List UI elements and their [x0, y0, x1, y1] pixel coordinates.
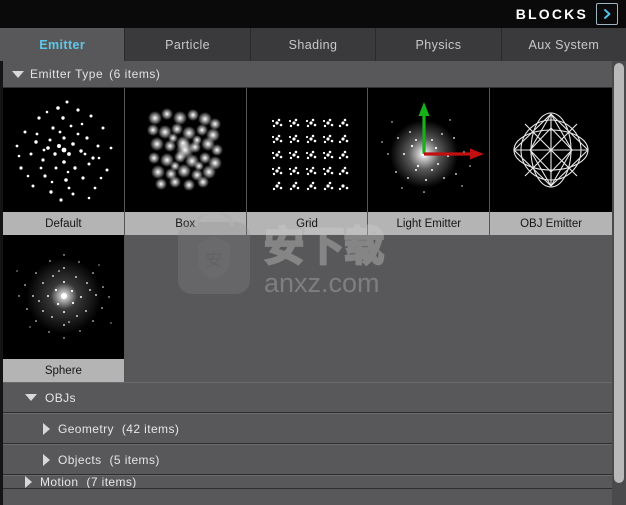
- tree-row-motion-count: (7 items): [86, 475, 137, 489]
- tree-row-objects-label: Objects: [58, 452, 102, 467]
- grid-clusters-icon: [246, 88, 368, 211]
- emitter-item-sphere[interactable]: Sphere: [3, 235, 125, 382]
- triangle-down-icon[interactable]: [12, 70, 24, 78]
- brand-label: BLOCKS: [515, 6, 588, 22]
- tree-row-motion-label: Motion: [40, 475, 79, 489]
- emitter-item-obj-emitter[interactable]: OBJ Emitter: [490, 88, 612, 235]
- tree-row-geometry[interactable]: Geometry (42 items): [3, 413, 612, 444]
- triangle-right-icon[interactable]: [25, 476, 32, 488]
- tree-row-geometry-label: Geometry: [58, 421, 114, 436]
- emitter-item-box-label: Box: [124, 211, 246, 235]
- emitter-item-grid[interactable]: Grid: [246, 88, 369, 235]
- emitter-item-sphere-label: Sphere: [3, 358, 124, 382]
- tab-emitter[interactable]: Emitter: [0, 28, 126, 61]
- blocks-emitter-panel: BLOCKS Emitter Particle Shading Physics …: [0, 0, 626, 505]
- tab-particle[interactable]: Particle: [125, 28, 251, 61]
- emitter-item-light-emitter-label: Light Emitter: [368, 211, 490, 235]
- triangle-right-icon[interactable]: [43, 453, 50, 466]
- brand-group: BLOCKS: [516, 3, 626, 25]
- chevron-right-icon[interactable]: [596, 3, 618, 25]
- emitter-item-default-label: Default: [3, 211, 124, 235]
- emitter-type-grid-row-2: Sphere: [3, 235, 612, 382]
- emitter-item-default[interactable]: Default: [3, 88, 125, 235]
- wireframe-octahedron-icon: [490, 88, 612, 211]
- tree-row-objects-count: (5 items): [109, 452, 160, 467]
- section-emitter-type-count: (6 items): [109, 67, 161, 81]
- tree-row-geometry-count: (42 items): [121, 421, 180, 436]
- emitter-item-obj-emitter-label: OBJ Emitter: [490, 211, 612, 235]
- tab-aux-system[interactable]: Aux System: [501, 28, 626, 61]
- emitter-type-grid: Default Box Grid Light Emitter OBJ Emitt…: [3, 88, 612, 235]
- tree-row-objects[interactable]: Objects (5 items): [3, 444, 612, 475]
- section-emitter-type-header[interactable]: Emitter Type (6 items): [3, 61, 612, 88]
- tab-physics[interactable]: Physics: [376, 28, 502, 61]
- grid-empty-space: [124, 235, 612, 382]
- axis-burst-icon: [368, 88, 490, 211]
- panel-scrollbar[interactable]: [612, 61, 626, 505]
- emitter-item-box[interactable]: Box: [124, 88, 247, 235]
- tab-shading[interactable]: Shading: [250, 28, 377, 61]
- app-header: BLOCKS: [0, 0, 626, 28]
- emitter-item-light-emitter[interactable]: Light Emitter: [368, 88, 491, 235]
- tree-row-objs[interactable]: OBJs: [3, 382, 612, 413]
- tree-row-motion[interactable]: Motion (7 items): [3, 475, 612, 489]
- scrollbar-thumb[interactable]: [614, 63, 624, 483]
- box-cloud-icon: [124, 88, 246, 211]
- emitter-item-grid-label: Grid: [246, 211, 368, 235]
- triangle-right-icon[interactable]: [43, 422, 50, 435]
- emitter-panel-body: Emitter Type (6 items) Default Box Grid …: [0, 61, 612, 505]
- scatter-cloud-icon: [3, 88, 124, 211]
- tab-bar: Emitter Particle Shading Physics Aux Sys…: [0, 28, 626, 61]
- triangle-down-icon[interactable]: [25, 394, 37, 401]
- tree-row-objs-label: OBJs: [45, 390, 76, 405]
- radial-burst-icon: [3, 235, 124, 358]
- section-emitter-type-label: Emitter Type: [30, 67, 104, 81]
